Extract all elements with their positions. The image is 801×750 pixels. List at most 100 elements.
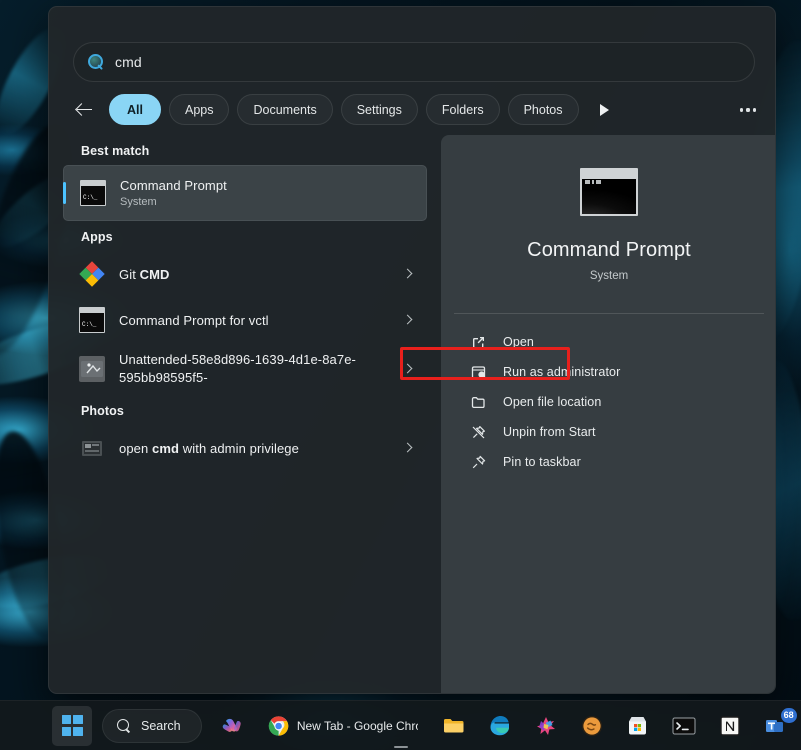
pin-icon [470, 454, 487, 471]
unattended-file-icon [79, 356, 105, 382]
taskbar-item-microsoft-store[interactable] [618, 706, 658, 746]
orange-circle-icon [581, 715, 602, 736]
store-icon [629, 717, 647, 735]
action-open-file-location-label: Open file location [503, 395, 602, 409]
action-list: Open Run as administrator Open file loca… [454, 327, 764, 477]
filter-tab-apps[interactable]: Apps [168, 94, 230, 125]
back-arrow-icon[interactable] [73, 98, 97, 122]
start-search-panel: cmd All Apps Documents Settings Folders … [48, 6, 776, 694]
action-run-as-administrator[interactable]: Run as administrator [454, 357, 764, 387]
action-pin-to-taskbar-label: Pin to taskbar [503, 455, 581, 469]
section-heading-apps: Apps [81, 230, 113, 244]
taskbar-search-label: Search [141, 718, 181, 733]
ellipsis-icon[interactable] [735, 99, 761, 121]
windows-logo-quadrant [61, 715, 71, 725]
taskbar-item-notion[interactable] [710, 706, 750, 746]
windows-logo-quadrant [73, 726, 83, 736]
app-preview-panel: Command Prompt System Open Run as admini… [441, 135, 775, 693]
filter-tab-all[interactable]: All [109, 94, 161, 125]
photo-open-cmd-text: open cmd with admin privilege [119, 440, 385, 457]
cmd-large-icon-titlebar [582, 170, 636, 179]
git-cmd-text: Git CMD [119, 266, 385, 283]
search-input-value: cmd [115, 54, 142, 70]
unattended-title: Unattended-58e8d896-1639-4d1e-8a7e-595bb… [119, 352, 356, 385]
best-match-title: Command Prompt [120, 177, 227, 193]
taskbar-item-terminal[interactable] [664, 706, 704, 746]
windows-logo-quadrant [73, 715, 83, 725]
action-run-as-administrator-label: Run as administrator [503, 365, 621, 379]
section-heading-photos: Photos [81, 404, 124, 418]
command-prompt-vctl-title: Command Prompt for vctl [119, 312, 269, 328]
taskbar-item-creative-app[interactable] [526, 706, 566, 746]
open-external-icon [470, 334, 487, 351]
search-icon [117, 718, 131, 733]
action-open-label: Open [503, 335, 534, 349]
more-tabs-arrow-icon[interactable] [593, 99, 615, 121]
search-icon [88, 54, 104, 70]
chevron-right-icon[interactable] [399, 265, 417, 283]
action-open-file-location[interactable]: Open file location [454, 387, 764, 417]
ellipsis-dot [739, 108, 743, 112]
cmd-icon-prompt: C:\_ [82, 321, 97, 328]
terminal-icon [672, 717, 696, 734]
action-unpin-from-start-label: Unpin from Start [503, 425, 596, 439]
list-item-photo-open-cmd[interactable]: open cmd with admin privilege [63, 425, 427, 471]
taskbar-item-chrome[interactable]: New Tab - Google Chro [258, 709, 428, 748]
taskbar-item-edge[interactable] [480, 706, 520, 746]
filter-tab-settings[interactable]: Settings [340, 94, 418, 125]
filter-tab-documents[interactable]: Documents [237, 94, 333, 125]
action-unpin-from-start[interactable]: Unpin from Start [454, 417, 764, 447]
cmd-icon-prompt: C:\_ [83, 194, 98, 201]
unattended-text: Unattended-58e8d896-1639-4d1e-8a7e-595bb… [119, 351, 385, 387]
list-item-unattended[interactable]: Unattended-58e8d896-1639-4d1e-8a7e-595bb… [63, 343, 427, 395]
git-cmd-title: Git CMD [119, 266, 170, 282]
star-burst-icon [536, 716, 555, 735]
preview-subtitle: System [589, 270, 629, 282]
ellipsis-dot [753, 108, 757, 112]
taskbar-item-file-explorer[interactable] [434, 706, 474, 746]
ellipsis-dot [746, 108, 750, 112]
chevron-right-icon[interactable] [399, 311, 417, 329]
cmd-large-icon [580, 168, 638, 216]
shield-window-icon [470, 364, 487, 381]
status-badge: 68 [780, 707, 797, 723]
chevron-right-icon[interactable] [399, 439, 417, 457]
folder-icon [443, 718, 464, 732]
cmd-large-icon-body [582, 179, 636, 214]
command-prompt-vctl-text: Command Prompt for vctl [119, 312, 385, 329]
page-title: Command Prompt [527, 239, 691, 261]
taskbar: Search New Tab - Google Chro 68 [0, 700, 801, 750]
start-button[interactable] [52, 705, 92, 746]
folder-icon [470, 394, 487, 411]
taskbar-item-orange-app[interactable] [572, 706, 612, 746]
search-input[interactable]: cmd [73, 42, 755, 82]
notion-icon [719, 715, 740, 736]
windows-logo-icon [61, 715, 83, 736]
divider [454, 313, 764, 314]
copilot-icon [222, 718, 241, 732]
taskbar-search-button[interactable]: Search [102, 708, 202, 743]
chevron-right-icon[interactable] [399, 360, 417, 378]
taskbar-chrome-label: New Tab - Google Chro [296, 718, 418, 733]
filter-tab-folders[interactable]: Folders [425, 94, 500, 125]
selection-indicator [63, 182, 66, 204]
cmd-icon: C:\_ [80, 180, 106, 206]
cmd-icon-titlebar [81, 181, 105, 186]
search-results-column: Best match C:\_ Command Prompt System Ap… [49, 135, 441, 693]
list-item-command-prompt-vctl[interactable]: C:\_ Command Prompt for vctl [63, 297, 427, 343]
taskbar-item-teams[interactable]: 68 [756, 706, 797, 746]
list-item-git-cmd[interactable]: Git CMD [63, 251, 427, 297]
best-match-command-prompt[interactable]: C:\_ Command Prompt System [63, 165, 427, 221]
unpin-icon [470, 424, 487, 441]
taskbar-active-indicator [393, 745, 408, 748]
windows-logo-quadrant [61, 726, 71, 736]
best-match-text: Command Prompt System [120, 177, 416, 210]
taskbar-item-copilot[interactable] [212, 706, 252, 746]
cmd-vctl-icon: C:\_ [79, 307, 105, 333]
action-pin-to-taskbar[interactable]: Pin to taskbar [454, 447, 764, 477]
edge-icon [490, 716, 510, 736]
filter-tab-photos[interactable]: Photos [507, 94, 579, 125]
section-heading-best-match: Best match [81, 144, 150, 158]
action-open[interactable]: Open [454, 327, 764, 357]
photo-open-cmd-title: open cmd with admin privilege [119, 440, 299, 456]
